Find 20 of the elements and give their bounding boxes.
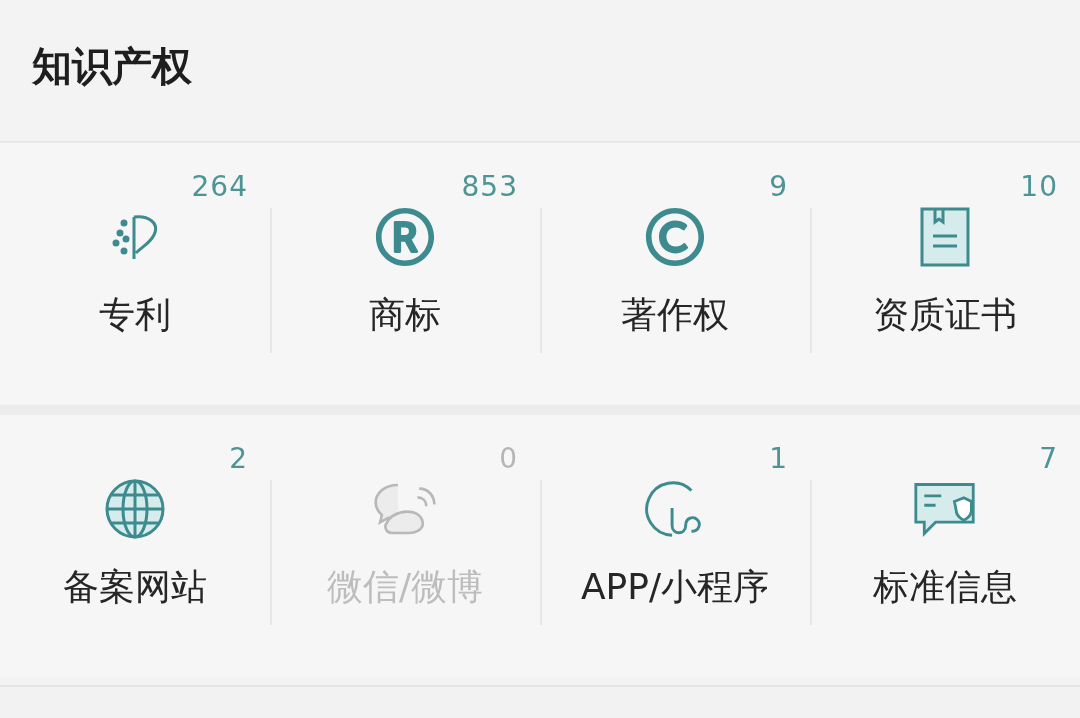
category-label[interactable]: APP/小程序	[580, 563, 770, 612]
copyright-icon	[645, 207, 705, 267]
category-label[interactable]: 商标	[369, 291, 441, 340]
category-label[interactable]: 备案网站	[63, 563, 207, 612]
count-label: 7	[1039, 445, 1058, 473]
category-label[interactable]: 标准信息	[873, 563, 1017, 612]
registered-icon	[375, 207, 435, 267]
count-label: 2	[229, 445, 248, 473]
category-label[interactable]: 专利	[99, 291, 171, 340]
count-label: 9	[769, 173, 788, 201]
count-label: 264	[191, 173, 248, 201]
count-label: 0	[499, 445, 518, 473]
count-label: 10	[1020, 173, 1058, 201]
count-label: 853	[461, 173, 518, 201]
section-title: 知识产权	[32, 42, 192, 91]
category-label[interactable]: 著作权	[621, 291, 729, 340]
document-icon	[919, 206, 971, 268]
count-label: 1	[769, 445, 788, 473]
globe-icon	[104, 478, 166, 540]
category-label[interactable]: 资质证书	[873, 291, 1017, 340]
